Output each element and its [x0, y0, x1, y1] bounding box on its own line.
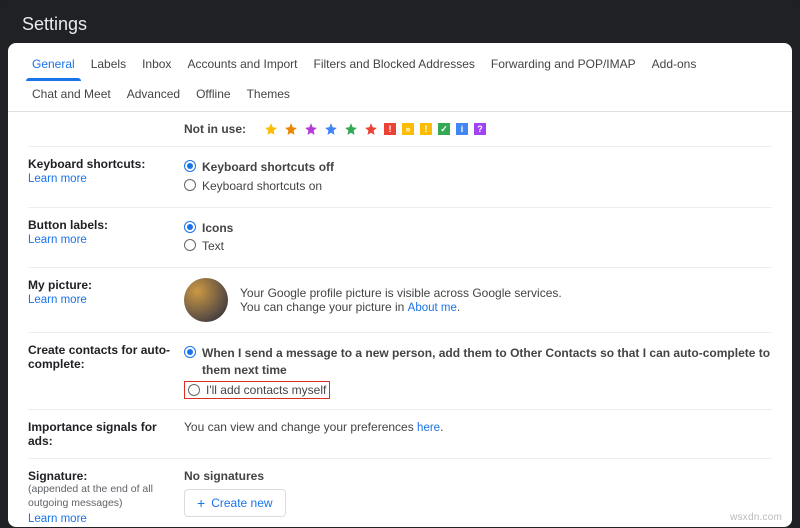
page-title: Settings	[4, 4, 796, 43]
button-labels-learn-more[interactable]: Learn more	[28, 234, 87, 246]
my-picture-learn-more[interactable]: Learn more	[28, 294, 87, 306]
button-labels-row: Button labels: Learn more Icons Text	[28, 208, 772, 269]
my-picture-row: My picture: Learn more Your Google profi…	[28, 268, 772, 333]
tab-offline[interactable]: Offline	[188, 81, 238, 111]
stars-not-in-use-row: Not in use: ! »! ✓ i?	[28, 112, 772, 147]
star-icon[interactable]	[264, 122, 278, 136]
manual-contacts-highlight: I'll add contacts myself	[184, 381, 330, 399]
keyboard-shortcuts-on-label: Keyboard shortcuts on	[202, 178, 322, 195]
manual-contacts-radio[interactable]	[188, 384, 200, 396]
keyboard-shortcuts-learn-more[interactable]: Learn more	[28, 173, 87, 185]
star-icon[interactable]	[364, 122, 378, 136]
ads-here-link[interactable]: here	[417, 422, 440, 434]
signature-learn-more[interactable]: Learn more	[28, 513, 87, 525]
signature-row: Signature: (appended at the end of all o…	[28, 459, 772, 527]
button-labels-text-label: Text	[202, 238, 224, 255]
star-icon[interactable]	[284, 122, 298, 136]
signature-title: Signature:	[28, 469, 184, 483]
manual-contacts-label: I'll add contacts myself	[206, 383, 326, 397]
create-contacts-row: Create contacts for auto-complete: When …	[28, 333, 772, 410]
tab-accounts-and-import[interactable]: Accounts and Import	[179, 51, 305, 81]
create-contacts-title: Create contacts for auto-complete:	[28, 343, 184, 371]
tab-labels[interactable]: Labels	[83, 51, 134, 81]
settings-tabs: GeneralLabelsInboxAccounts and ImportFil…	[8, 43, 792, 112]
ads-signals-title: Importance signals for ads:	[28, 420, 184, 448]
tab-forwarding-and-pop-imap[interactable]: Forwarding and POP/IMAP	[483, 51, 644, 81]
keyboard-shortcuts-row: Keyboard shortcuts: Learn more Keyboard …	[28, 147, 772, 208]
avatar[interactable]	[184, 278, 228, 322]
star-icon[interactable]	[304, 122, 318, 136]
star-icon[interactable]	[324, 122, 338, 136]
picture-change-text: You can change your picture in	[240, 300, 408, 314]
signature-subtitle: (appended at the end of all outgoing mes…	[28, 483, 184, 510]
flag-icon[interactable]: !	[420, 123, 432, 135]
ads-signals-row: Importance signals for ads: You can view…	[28, 410, 772, 459]
flag-icon[interactable]: i	[456, 123, 468, 135]
tab-advanced[interactable]: Advanced	[119, 81, 188, 111]
watermark: wsxdn.com	[730, 512, 782, 523]
tab-chat-and-meet[interactable]: Chat and Meet	[24, 81, 119, 111]
button-labels-icons-label: Icons	[202, 220, 233, 237]
flag-icon[interactable]: !	[384, 123, 396, 135]
tab-themes[interactable]: Themes	[239, 81, 298, 111]
no-signatures-label: No signatures	[184, 469, 772, 483]
flag-icon[interactable]: ✓	[438, 123, 450, 135]
flag-icon[interactable]: ?	[474, 123, 486, 135]
auto-add-contacts-label: When I send a message to a new person, a…	[202, 345, 772, 379]
tab-inbox[interactable]: Inbox	[134, 51, 179, 81]
button-labels-icons-radio[interactable]	[184, 221, 196, 233]
tab-filters-and-blocked-addresses[interactable]: Filters and Blocked Addresses	[306, 51, 483, 81]
create-signature-button[interactable]: + Create new	[184, 489, 286, 517]
plus-icon: +	[197, 496, 205, 510]
keyboard-shortcuts-off-radio[interactable]	[184, 160, 196, 172]
ads-preferences-text: You can view and change your preferences	[184, 420, 417, 434]
picture-visibility-text: Your Google profile picture is visible a…	[240, 286, 562, 300]
tab-general[interactable]: General	[24, 51, 83, 81]
flag-icon[interactable]: »	[402, 123, 414, 135]
not-in-use-label: Not in use:	[184, 122, 246, 136]
create-new-label: Create new	[211, 496, 272, 510]
auto-add-contacts-radio[interactable]	[184, 346, 196, 358]
button-labels-title: Button labels:	[28, 218, 184, 232]
keyboard-shortcuts-off-label: Keyboard shortcuts off	[202, 159, 334, 176]
star-icon[interactable]	[344, 122, 358, 136]
keyboard-shortcuts-on-radio[interactable]	[184, 179, 196, 191]
my-picture-title: My picture:	[28, 278, 184, 292]
keyboard-shortcuts-title: Keyboard shortcuts:	[28, 157, 184, 171]
tab-add-ons[interactable]: Add-ons	[644, 51, 705, 81]
button-labels-text-radio[interactable]	[184, 239, 196, 251]
about-me-link[interactable]: About me	[408, 302, 457, 314]
